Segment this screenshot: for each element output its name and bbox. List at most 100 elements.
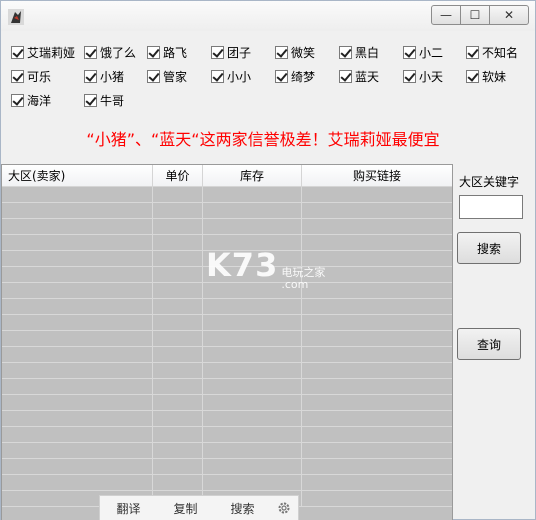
table-row[interactable] <box>2 203 452 219</box>
checkbox-checkmark-icon[interactable] <box>11 45 24 59</box>
checkbox-checkmark-icon[interactable] <box>147 45 160 59</box>
seller-checkbox[interactable]: 绮梦 <box>275 67 315 85</box>
table-row[interactable] <box>2 395 452 411</box>
checkbox-checkmark-icon[interactable] <box>403 69 416 83</box>
table-row[interactable] <box>2 267 452 283</box>
maximize-button[interactable]: ☐ <box>460 5 490 25</box>
table-row[interactable] <box>2 299 452 315</box>
seller-checkbox[interactable]: 不知名 <box>466 43 518 61</box>
table-row[interactable] <box>2 187 452 203</box>
checkbox-checkmark-icon[interactable] <box>147 69 160 83</box>
table-cell <box>302 363 452 378</box>
table-cell <box>2 459 153 474</box>
table-cell <box>153 459 203 474</box>
table-row[interactable] <box>2 427 452 443</box>
checkbox-checkmark-icon[interactable] <box>403 45 416 59</box>
toolbar-search-button[interactable]: 搜索 <box>214 500 271 517</box>
main-window: — ☐ ✕ 艾瑞莉娅 饿了么 路飞 团子 微笑 黑白 小二 不知名可乐 小猪 管家 小小 绮梦 蓝天 小天… <box>0 0 536 520</box>
checkbox-checkmark-icon[interactable] <box>211 69 224 83</box>
table-cell <box>153 443 203 458</box>
table-cell <box>2 331 153 346</box>
seller-checkbox[interactable]: 可乐 <box>11 67 51 85</box>
table-cell <box>2 219 153 234</box>
seller-checkbox[interactable]: 软妹 <box>466 67 506 85</box>
table-cell <box>302 251 452 266</box>
seller-checkbox[interactable]: 小二 <box>403 43 443 61</box>
keyword-label: 大区关键字 <box>459 175 520 189</box>
table-cell <box>153 267 203 282</box>
checkbox-checkmark-icon[interactable] <box>84 69 97 83</box>
checkbox-label: 绮梦 <box>291 69 316 84</box>
title-bar[interactable]: — ☐ ✕ <box>1 1 535 31</box>
table-cell <box>203 235 302 250</box>
checkbox-checkmark-icon[interactable] <box>84 93 97 107</box>
table-row[interactable] <box>2 283 452 299</box>
table-row[interactable] <box>2 347 452 363</box>
settings-gear-icon[interactable] <box>271 501 297 515</box>
table-row[interactable] <box>2 459 452 475</box>
seller-checkbox[interactable]: 饿了么 <box>84 43 136 61</box>
app-icon <box>8 9 24 25</box>
seller-checkbox[interactable]: 路飞 <box>147 43 187 61</box>
table-cell <box>2 395 153 410</box>
table-cell <box>203 459 302 474</box>
column-header-region[interactable]: 大区(卖家) <box>2 165 153 187</box>
seller-checkbox[interactable]: 团子 <box>211 43 251 61</box>
seller-checkbox[interactable]: 艾瑞莉娅 <box>11 43 75 61</box>
checkbox-checkmark-icon[interactable] <box>84 45 97 59</box>
column-header-link[interactable]: 购买链接 <box>302 165 452 187</box>
seller-checkbox[interactable]: 牛哥 <box>84 91 124 109</box>
close-button[interactable]: ✕ <box>489 5 529 25</box>
seller-checkbox[interactable]: 小小 <box>211 67 251 85</box>
column-header-price[interactable]: 单价 <box>153 165 203 187</box>
seller-checkbox[interactable]: 海洋 <box>11 91 51 109</box>
table-row[interactable] <box>2 331 452 347</box>
table-row[interactable] <box>2 443 452 459</box>
search-button[interactable]: 搜索 <box>457 232 521 264</box>
checkbox-checkmark-icon[interactable] <box>466 69 479 83</box>
table-cell <box>302 203 452 218</box>
checkbox-checkmark-icon[interactable] <box>339 45 352 59</box>
table-cell <box>203 283 302 298</box>
translate-button[interactable]: 翻译 <box>100 500 157 517</box>
table-cell <box>302 299 452 314</box>
table-row[interactable] <box>2 219 452 235</box>
table-row[interactable] <box>2 379 452 395</box>
table-row[interactable] <box>2 411 452 427</box>
checkbox-checkmark-icon[interactable] <box>275 69 288 83</box>
minimize-button[interactable]: — <box>431 5 461 25</box>
checkbox-checkmark-icon[interactable] <box>339 69 352 83</box>
table-cell <box>153 299 203 314</box>
table-row[interactable] <box>2 315 452 331</box>
checkbox-checkmark-icon[interactable] <box>275 45 288 59</box>
table-cell <box>302 219 452 234</box>
seller-checkbox[interactable]: 黑白 <box>339 43 379 61</box>
table-cell <box>203 443 302 458</box>
checkbox-label: 管家 <box>163 69 188 84</box>
seller-checkbox[interactable]: 管家 <box>147 67 187 85</box>
table-row[interactable] <box>2 251 452 267</box>
checkbox-checkmark-icon[interactable] <box>211 45 224 59</box>
seller-checkbox[interactable]: 蓝天 <box>339 67 379 85</box>
table-row[interactable] <box>2 235 452 251</box>
table-cell <box>2 443 153 458</box>
table-cell <box>302 395 452 410</box>
seller-checkbox[interactable]: 小猪 <box>84 67 124 85</box>
seller-checkbox[interactable]: 微笑 <box>275 43 315 61</box>
table-row[interactable] <box>2 475 452 491</box>
checkbox-checkmark-icon[interactable] <box>466 45 479 59</box>
results-table[interactable]: 大区(卖家) 单价 库存 购买链接 <box>1 164 453 520</box>
table-cell <box>153 475 203 490</box>
column-header-stock[interactable]: 库存 <box>203 165 302 187</box>
table-cell <box>203 251 302 266</box>
checkbox-checkmark-icon[interactable] <box>11 69 24 83</box>
table-cell <box>2 427 153 442</box>
query-button[interactable]: 查询 <box>457 328 521 360</box>
seller-checkbox[interactable]: 小天 <box>403 67 443 85</box>
checkbox-checkmark-icon[interactable] <box>11 93 24 107</box>
table-row[interactable] <box>2 363 452 379</box>
copy-button[interactable]: 复制 <box>157 500 214 517</box>
table-cell <box>203 347 302 362</box>
table-cell <box>203 427 302 442</box>
keyword-input[interactable] <box>459 195 523 219</box>
